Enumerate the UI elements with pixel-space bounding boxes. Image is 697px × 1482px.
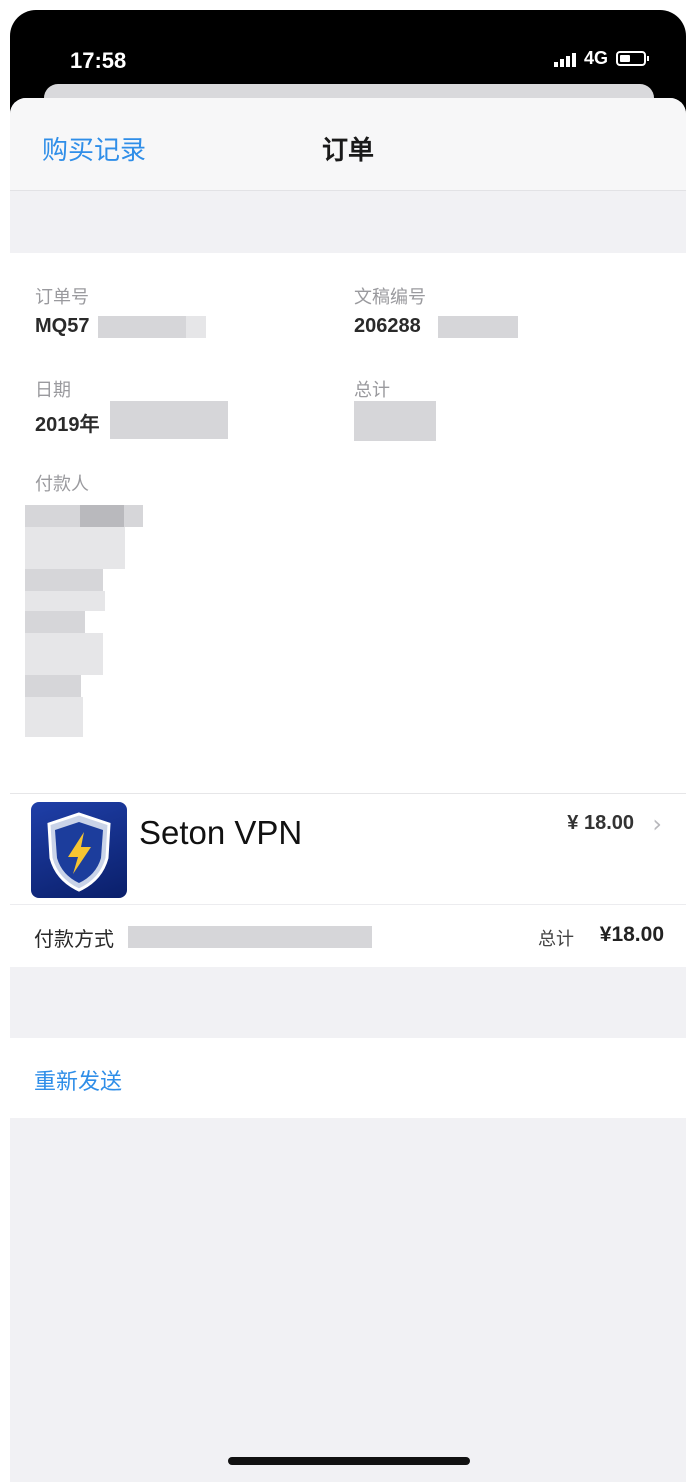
navigation-bar: 购买记录 订单	[10, 98, 686, 191]
payer-label: 付款人	[35, 474, 89, 495]
order-info-card: 订单号 MQ57 文稿编号 206288 日期 2019年 总计 付款人	[10, 253, 686, 793]
redacted-document-no	[438, 316, 518, 338]
redacted-payer-line-3	[25, 569, 103, 591]
network-type: 4G	[583, 48, 608, 68]
redacted-payer-line-2	[25, 527, 125, 569]
redacted-date	[110, 401, 228, 439]
redacted-payer-line-6	[25, 633, 103, 675]
status-time: 17:58	[70, 48, 127, 73]
redacted-payer-line-8	[25, 697, 83, 737]
date-value: 2019年	[35, 414, 100, 436]
payment-total-label: 总计	[538, 929, 574, 950]
payment-total-value: ¥18.00	[599, 923, 664, 946]
redacted-payer-line-4	[25, 591, 105, 611]
home-indicator[interactable]	[228, 1457, 470, 1465]
redacted-payer-line-5	[25, 611, 85, 633]
chevron-right-icon: ›	[652, 810, 662, 838]
order-id-label: 订单号	[35, 287, 89, 308]
page-title: 订单	[321, 136, 374, 166]
purchased-item-row[interactable]: Seton VPN ¥ 18.00 ›	[10, 793, 686, 904]
redacted-payer-line-7	[25, 675, 81, 697]
date-label: 日期	[35, 380, 71, 401]
redacted-total	[354, 401, 436, 441]
battery-icon	[616, 51, 649, 66]
item-price: ¥ 18.00	[567, 812, 634, 834]
status-indicators: 4G	[553, 48, 649, 69]
total-label: 总计	[354, 380, 390, 401]
redacted-payer-block	[80, 505, 124, 527]
redacted-order-id-tail	[186, 316, 206, 338]
payment-row: 付款方式 总计 ¥18.00	[10, 904, 686, 967]
redacted-payment-method	[128, 926, 372, 948]
app-name: Seton VPN	[139, 814, 303, 851]
resend-button[interactable]: 重新发送	[34, 1064, 122, 1096]
signal-icon	[553, 51, 576, 67]
redacted-order-id	[98, 316, 186, 338]
payment-method-label: 付款方式	[34, 927, 114, 951]
resend-card: 重新发送	[10, 1038, 686, 1118]
order-id-value: MQ57	[35, 315, 90, 337]
document-no-value: 206288	[354, 315, 421, 337]
shield-lightning-icon	[31, 802, 127, 898]
document-no-label: 文稿编号	[354, 287, 426, 308]
order-sheet: 购买记录 订单 订单号 MQ57 文稿编号 206288 日期 2019年 总计…	[10, 98, 686, 1482]
